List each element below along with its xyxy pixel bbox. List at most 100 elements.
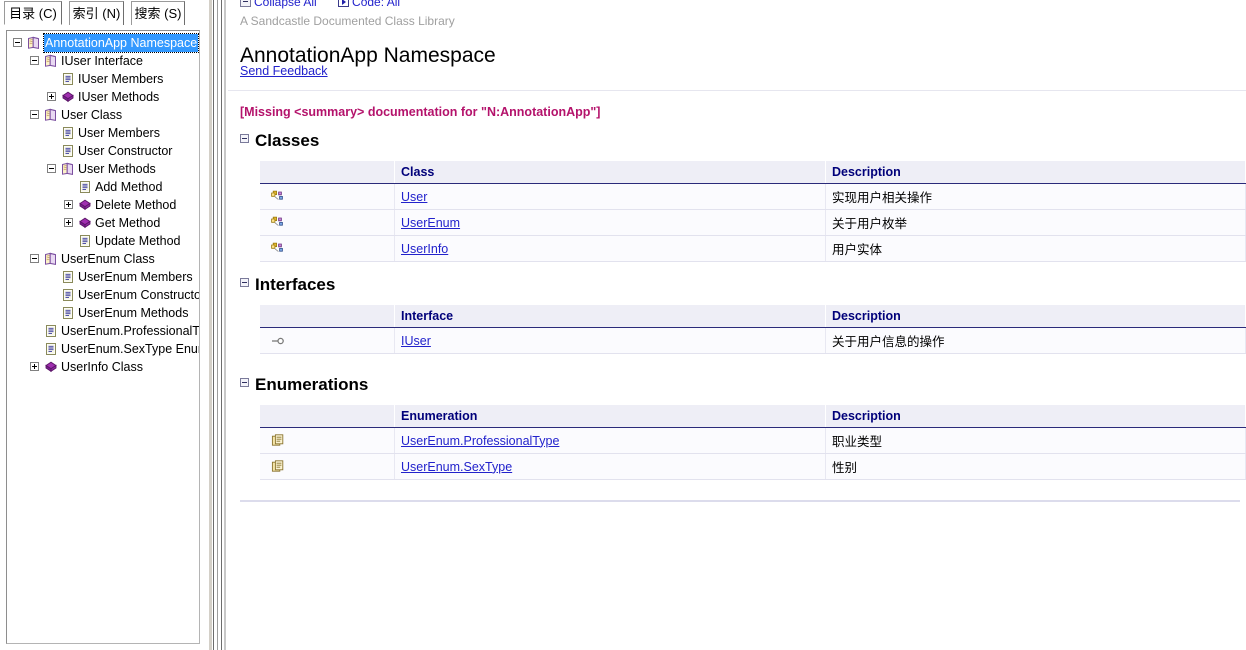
toc-node[interactable]: Update Method [7, 232, 199, 250]
page-icon [61, 306, 75, 320]
expand-icon[interactable] [30, 362, 39, 371]
footer-divider [240, 500, 1240, 502]
tab-index[interactable]: 索引 (N) [69, 1, 124, 25]
library-subtitle: A Sandcastle Documented Class Library [240, 14, 455, 28]
collapse-icon[interactable] [30, 110, 39, 119]
code-filter-button[interactable]: Code: All [338, 0, 400, 9]
row-icon-cell [260, 453, 395, 480]
member-link[interactable]: UserEnum.SexType [401, 460, 512, 474]
toc-node[interactable]: User Constructor [7, 142, 199, 160]
table-row: UserInfo 用户实体 [260, 235, 1246, 262]
tab-search[interactable]: 搜索 (S) [131, 1, 185, 25]
section-heading-label: Enumerations [255, 375, 369, 394]
toc-node[interactable]: User Class [7, 106, 199, 124]
section-collapse-icon[interactable] [240, 278, 249, 287]
tab-contents[interactable]: 目录 (C) [4, 1, 62, 25]
toc-node[interactable]: Get Method [7, 214, 199, 232]
toc-node[interactable]: UserEnum.ProfessionalType Enumeration [7, 322, 199, 340]
toc-node[interactable]: UserEnum Methods [7, 304, 199, 322]
member-link[interactable]: UserEnum.ProfessionalType [401, 434, 559, 448]
row-name-cell: UserEnum.SexType [394, 453, 826, 480]
row-description-cell: 职业类型 [825, 427, 1246, 454]
collapse-all-label[interactable]: Collapse All [254, 0, 317, 9]
section-classes: Classes Class Description User 实现用户相关操作 UserE… [240, 131, 1246, 262]
toc-node-label: IUser Interface [61, 54, 143, 68]
toc-node[interactable]: UserInfo Class [7, 358, 199, 376]
toc-node-label: UserEnum Constructor [78, 288, 199, 302]
book-icon [44, 54, 58, 68]
toc-node[interactable]: UserEnum Class [7, 250, 199, 268]
member-link[interactable]: UserInfo [401, 242, 448, 256]
toc-node[interactable]: IUser Members [7, 70, 199, 88]
splitter-line-3 [221, 0, 222, 650]
book-icon [44, 108, 58, 122]
expand-icon[interactable] [64, 218, 73, 227]
toc-node[interactable]: AnnotationApp Namespace [7, 33, 199, 53]
toc-node[interactable]: UserEnum Members [7, 268, 199, 286]
page-icon [44, 342, 58, 356]
toc-node-label: IUser Methods [78, 90, 160, 104]
table-row: UserEnum.ProfessionalType 职业类型 [260, 427, 1246, 454]
row-name-cell: User [394, 183, 826, 210]
toc-node[interactable]: User Members [7, 124, 199, 142]
tab-label: 索引 (N) [72, 6, 121, 21]
book-icon [27, 36, 41, 50]
tab-label: 搜索 (S) [134, 6, 182, 21]
collapse-icon[interactable] [13, 38, 22, 47]
toc-node-label: User Constructor [78, 144, 173, 158]
toc-node[interactable]: UserEnum Constructor [7, 286, 199, 304]
column-header: Enumeration [394, 405, 826, 428]
toc-node[interactable]: IUser Methods [7, 88, 199, 106]
splitter-edge-right [224, 0, 226, 650]
expand-icon[interactable] [47, 92, 56, 101]
toc-node[interactable]: Delete Method [7, 196, 199, 214]
members-table: Class Description User 实现用户相关操作 UserEnum 关于用户… [260, 161, 1246, 262]
toc-node[interactable]: Add Method [7, 178, 199, 196]
book-icon [61, 162, 75, 176]
navigation-pane: 目录 (C) 索引 (N) 搜索 (S) AnnotationApp Namespa… [0, 0, 206, 650]
class-icon [270, 189, 286, 205]
toc-node-label: User Methods [78, 162, 156, 176]
page-icon [61, 288, 75, 302]
member-link[interactable]: IUser [401, 334, 431, 348]
expand-icon[interactable] [64, 200, 73, 209]
header-divider [228, 90, 1246, 91]
book-icon [44, 252, 58, 266]
section-collapse-icon[interactable] [240, 134, 249, 143]
column-header [260, 405, 395, 428]
collapse-icon[interactable] [47, 164, 56, 173]
table-row: User 实现用户相关操作 [260, 183, 1246, 210]
member-link[interactable]: User [401, 190, 427, 204]
help-viewer-window: 目录 (C) 索引 (N) 搜索 (S) AnnotationApp Namespa… [0, 0, 1246, 650]
table-header-row: Interface Description [260, 305, 1246, 328]
interface-icon [270, 333, 286, 349]
collapse-icon[interactable] [30, 56, 39, 65]
class-icon [270, 215, 286, 231]
table-row: UserEnum 关于用户枚举 [260, 209, 1246, 236]
nav-tabstrip: 目录 (C) 索引 (N) 搜索 (S) [0, 0, 206, 26]
column-header [260, 161, 395, 184]
collapse-all-button[interactable]: Collapse All [240, 0, 317, 9]
collapse-icon[interactable] [30, 254, 39, 263]
splitter-edge-left [209, 0, 212, 650]
toc-node[interactable]: User Methods [7, 160, 199, 178]
toc-node[interactable]: IUser Interface [7, 52, 199, 70]
send-feedback-link[interactable]: Send Feedback [240, 64, 328, 78]
toc-node-label: UserEnum Methods [78, 306, 189, 320]
column-header [260, 305, 395, 328]
pane-splitter[interactable] [206, 0, 228, 650]
splitter-line-1 [213, 0, 214, 650]
page-icon [61, 270, 75, 284]
column-header: Description [825, 405, 1246, 428]
toc-node[interactable]: UserEnum.SexType Enumeration [7, 340, 199, 358]
toc-node-label: Get Method [95, 216, 161, 230]
table-header-row: Class Description [260, 161, 1246, 184]
section-collapse-icon[interactable] [240, 378, 249, 387]
toc-node-label: UserInfo Class [61, 360, 143, 374]
member-link[interactable]: UserEnum [401, 216, 460, 230]
column-header: Class [394, 161, 826, 184]
toc-node-label: IUser Members [78, 72, 164, 86]
column-header: Description [825, 305, 1246, 328]
code-filter-label[interactable]: Code: All [352, 0, 400, 9]
toc-tree-frame[interactable]: AnnotationApp Namespace IUser Interface IU… [6, 30, 200, 644]
